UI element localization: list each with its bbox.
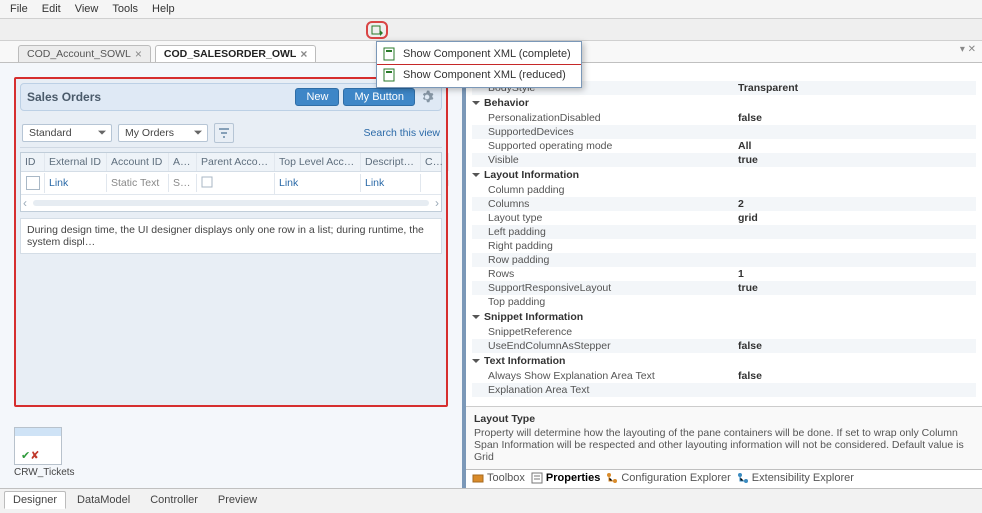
menu-tools[interactable]: Tools [112, 3, 138, 15]
prop-row[interactable]: Top padding [472, 295, 976, 309]
tab-toolbox[interactable]: Toolbox [472, 472, 525, 484]
menu-item-show-xml-complete[interactable]: Show Component XML (complete) [377, 44, 581, 65]
menu-file[interactable]: File [10, 3, 28, 15]
filter-standard-combo[interactable]: Standard [22, 124, 112, 142]
thumbnail-label: CRW_Tickets [14, 467, 75, 478]
menu-item-label: Show Component XML (complete) [403, 48, 571, 60]
xml-file-icon [383, 68, 397, 82]
doc-tab-account-sowl[interactable]: COD_Account_SOWL × [18, 45, 151, 62]
prop-group-snippet[interactable]: Snippet Information [472, 309, 976, 325]
col-id[interactable]: ID [21, 153, 45, 171]
prop-group-text[interactable]: Text Information [472, 353, 976, 369]
prop-row[interactable]: Left padding [472, 225, 976, 239]
prop-row[interactable]: Right padding [472, 239, 976, 253]
scroll-right-icon[interactable]: › [435, 196, 439, 210]
grid-hscroll[interactable]: ‹ › [21, 194, 441, 211]
toolbar-dropdown-menu: Show Component XML (complete) Show Compo… [376, 41, 582, 88]
menu-edit[interactable]: Edit [42, 3, 61, 15]
col-description[interactable]: Description [361, 153, 421, 171]
tab-preview[interactable]: Preview [209, 491, 266, 509]
help-title: Layout Type [474, 413, 974, 425]
prop-row[interactable]: Explanation Area Text [472, 383, 976, 397]
tree-icon [606, 472, 618, 484]
tab-extensibility-explorer[interactable]: Extensibility Explorer [737, 472, 854, 484]
toolbox-icon [472, 472, 484, 484]
prop-row[interactable]: UseEndColumnAsStepperfalse [472, 339, 976, 353]
cell-toplevel[interactable]: Link [361, 174, 421, 192]
xml-file-icon [383, 47, 397, 61]
property-help-panel: Layout Type Property will determine how … [466, 406, 982, 469]
toolbar-xml-dropdown-button[interactable] [366, 21, 388, 39]
doc-tab-salesorder-owl[interactable]: COD_SALESORDER_OWL × [155, 45, 316, 62]
prop-row[interactable]: PersonalizationDisabledfalse [472, 111, 976, 125]
col-parentaccount[interactable]: Parent Account [197, 153, 275, 171]
close-icon[interactable]: × [135, 48, 142, 60]
filter-row: Standard My Orders Search this view [20, 119, 442, 148]
help-body: Property will determine how the layoutin… [474, 427, 974, 463]
menu-item-show-xml-reduced[interactable]: Show Component XML (reduced) [377, 65, 581, 85]
menubar: File Edit View Tools Help [0, 0, 982, 19]
scroll-left-icon[interactable]: ‹ [23, 196, 27, 210]
tab-properties[interactable]: Properties [531, 472, 600, 484]
col-toplevelaccount[interactable]: Top Level Account [275, 153, 361, 171]
properties-pane: Appearance BodyStyleTransparent Behavior… [466, 63, 982, 488]
cell-icon [197, 173, 275, 194]
tree-icon [737, 472, 749, 484]
prop-row[interactable]: Row padding [472, 253, 976, 267]
prop-row[interactable]: Supported operating modeAll [472, 139, 976, 153]
prop-row[interactable]: Column padding [472, 183, 976, 197]
my-button[interactable]: My Button [343, 88, 415, 106]
selected-pane-frame[interactable]: Sales Orders New My Button Standard My O… [14, 77, 448, 407]
tab-tools[interactable]: ▾ ✕ [960, 44, 976, 55]
cell-account: Static Text [169, 174, 197, 192]
design-note: During design time, the UI designer disp… [20, 218, 442, 254]
col-can[interactable]: Can… [421, 153, 449, 171]
cell-externalid[interactable]: Link [45, 174, 107, 192]
grid-data-row[interactable]: Link Static Text Static Text Link Link [21, 172, 441, 194]
prop-row[interactable]: Columns2 [472, 197, 976, 211]
prop-row[interactable]: Always Show Explanation Area Textfalse [472, 369, 976, 383]
col-externalid[interactable]: External ID [45, 153, 107, 171]
doc-tab-label: COD_Account_SOWL [27, 48, 131, 60]
col-account[interactable]: Account [169, 153, 197, 171]
properties-icon [531, 472, 543, 484]
prop-row[interactable]: Rows1 [472, 267, 976, 281]
prop-row[interactable]: Layout typegrid [472, 211, 976, 225]
tab-controller[interactable]: Controller [141, 491, 207, 509]
col-accountid[interactable]: Account ID [107, 153, 169, 171]
advanced-filter-icon[interactable] [214, 123, 234, 143]
designer-tab-bar: Designer DataModel Controller Preview [0, 488, 982, 513]
menu-view[interactable]: View [75, 3, 99, 15]
cell-parentaccount[interactable]: Link [275, 174, 361, 192]
menu-item-label: Show Component XML (reduced) [403, 69, 566, 81]
doc-tab-label: COD_SALESORDER_OWL [164, 48, 296, 60]
prop-group-behavior[interactable]: Behavior [472, 95, 976, 111]
new-button[interactable]: New [295, 88, 339, 106]
tab-configuration-explorer[interactable]: Configuration Explorer [606, 472, 730, 484]
toolbar: Show Component XML (complete) Show Compo… [0, 19, 982, 41]
menu-help[interactable]: Help [152, 3, 175, 15]
grid-header-row: ID External ID Account ID Account Parent… [21, 153, 441, 172]
filter-myorders-combo[interactable]: My Orders [118, 124, 208, 142]
close-icon[interactable]: × [300, 48, 307, 60]
row-checkbox[interactable] [26, 176, 40, 190]
prop-row[interactable]: SupportedDevices [472, 125, 976, 139]
search-this-view-link[interactable]: Search this view [364, 127, 440, 139]
right-bottom-tab-bar: Toolbox Properties Configuration Explore… [466, 469, 982, 488]
sales-orders-grid: ID External ID Account ID Account Parent… [20, 152, 442, 212]
thumbnail-area: ✔✘ CRW_Tickets [14, 427, 75, 478]
prop-group-layout[interactable]: Layout Information [472, 167, 976, 183]
cell-can [421, 180, 449, 186]
gear-icon[interactable] [419, 89, 435, 105]
tab-designer[interactable]: Designer [4, 491, 66, 509]
prop-row[interactable]: Visibletrue [472, 153, 976, 167]
prop-row[interactable]: SupportResponsiveLayouttrue [472, 281, 976, 295]
designer-canvas: Sales Orders New My Button Standard My O… [0, 63, 466, 488]
prop-row[interactable]: SnippetReference [472, 325, 976, 339]
panel-title: Sales Orders [27, 90, 101, 104]
tab-datamodel[interactable]: DataModel [68, 491, 139, 509]
thumbnail-crw-tickets[interactable]: ✔✘ [14, 427, 62, 465]
cell-accountid: Static Text [107, 174, 169, 192]
